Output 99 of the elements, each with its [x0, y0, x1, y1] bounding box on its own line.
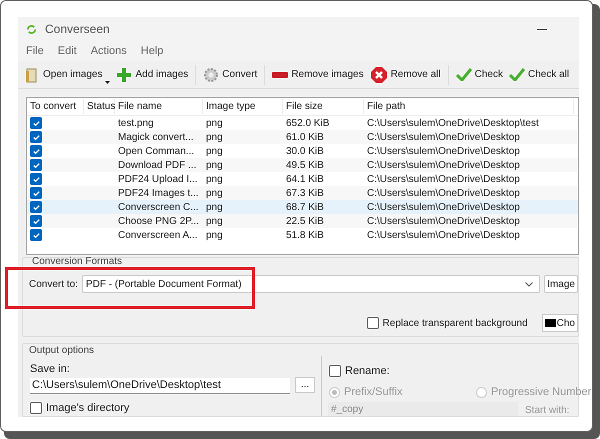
table-cell: 30.0 KiB: [286, 144, 324, 158]
table-cell: Choose PNG 2P...: [118, 214, 199, 228]
table-cell: Magick convert...: [118, 130, 194, 144]
group-title: Conversion Formats: [31, 255, 124, 269]
table-cell: Open Comman...: [118, 144, 194, 158]
toolbar-button[interactable]: Remove images: [270, 62, 366, 86]
table-cell: Converscreen C...: [118, 200, 199, 214]
field-label: Start with:: [525, 404, 570, 418]
caret-icon: [105, 80, 110, 84]
toolbar-button[interactable]: Check: [454, 62, 505, 86]
field-label: Save in:: [30, 362, 70, 377]
format-dropdown[interactable]: PDF - (Portable Document Format): [82, 275, 540, 293]
table-cell: PDF24 Upload I...: [118, 172, 198, 186]
checkbox[interactable]: [30, 131, 42, 143]
checkbox[interactable]: [30, 229, 42, 241]
table-cell: 49.5 KiB: [286, 158, 324, 172]
table-row[interactable]: Choose PNG 2P... png 22.5 KiB C:\Users\sulem\OneDrive\Desktop: [27, 214, 578, 228]
table-cell: C:\Users\sulem\OneDrive\Desktop: [367, 172, 520, 186]
table-cell: Download PDF ...: [118, 158, 196, 172]
menu-item[interactable]: File: [26, 42, 44, 60]
menu-item[interactable]: Edit: [58, 42, 77, 60]
close-icon: [370, 66, 388, 84]
checkbox[interactable]: [30, 159, 42, 171]
table-cell: 67.3 KiB: [286, 186, 324, 200]
checkmark-icon: [508, 68, 525, 81]
table-row[interactable]: Converscreen C... png 68.7 KiB C:\Users\sulem\OneDrive\Desktop: [27, 200, 578, 214]
radio-label: Prefix/Suffix: [344, 385, 402, 400]
checkbox[interactable]: [30, 215, 42, 227]
table-cell: 64.1 KiB: [286, 172, 324, 186]
column-header[interactable]: Image type: [203, 99, 283, 114]
path-field[interactable]: C:\Users\sulem\OneDrive\Desktop\test: [30, 378, 290, 394]
table-cell: test.png: [118, 116, 154, 130]
table-row[interactable]: Download PDF ... png 49.5 KiB C:\Users\sulem\OneDrive\Desktop: [27, 158, 578, 172]
gear-icon: [203, 66, 220, 82]
field-label: Convert to:: [29, 278, 78, 292]
column-header[interactable]: Status: [84, 99, 115, 114]
table-cell: C:\Users\sulem\OneDrive\Desktop: [367, 158, 520, 172]
table-cell: C:\Users\sulem\OneDrive\Desktop: [367, 228, 520, 242]
table-cell: 22.5 KiB: [286, 214, 324, 228]
table-cell: C:\Users\sulem\OneDrive\Desktop: [367, 186, 520, 200]
radio-button[interactable]: [476, 386, 487, 398]
table-cell: C:\Users\sulem\OneDrive\Desktop\test: [367, 116, 539, 130]
toolbar-button[interactable]: Check all: [506, 62, 572, 86]
column-header[interactable]: File path: [364, 99, 574, 114]
table-cell: 51.8 KiB: [286, 228, 324, 242]
checkbox[interactable]: [30, 187, 42, 199]
checkbox-label: Image's directory: [46, 401, 130, 416]
browse-button[interactable]: ...: [295, 377, 315, 393]
table-cell: png: [206, 158, 223, 172]
toolbar-button[interactable]: Remove all: [368, 62, 443, 86]
checkbox[interactable]: [30, 145, 42, 157]
checkbox[interactable]: [30, 117, 42, 129]
plus-icon: [116, 66, 132, 82]
column-header[interactable]: To convert: [27, 99, 84, 114]
table-cell: C:\Users\sulem\OneDrive\Desktop: [367, 144, 520, 158]
checkbox[interactable]: [30, 173, 42, 185]
image-button[interactable]: Image: [544, 275, 578, 293]
table-cell: 652.0 KiB: [286, 116, 330, 130]
column-header[interactable]: File size: [283, 99, 364, 114]
group-title: Output options: [29, 344, 94, 358]
checkbox-label: Rename:: [345, 364, 390, 379]
color-swatch: [544, 319, 556, 327]
checkbox[interactable]: [329, 365, 341, 378]
table-cell: png: [206, 144, 223, 158]
table-cell: png: [206, 130, 223, 144]
table-cell: png: [206, 228, 223, 242]
table-cell: png: [206, 200, 223, 214]
table-cell: PDF24 Images t...: [118, 186, 199, 200]
app-logo-icon: [26, 24, 37, 34]
table-cell: Converscreen A...: [118, 228, 198, 242]
table-cell: png: [206, 172, 223, 186]
checkbox[interactable]: [30, 402, 42, 414]
menu-item[interactable]: Help: [140, 42, 164, 60]
table-cell: png: [206, 214, 223, 228]
checkmark-icon: [456, 68, 472, 81]
table-cell: C:\Users\sulem\OneDrive\Desktop: [367, 200, 520, 214]
window-title: Converseen: [45, 21, 110, 38]
table-cell: C:\Users\sulem\OneDrive\Desktop: [367, 214, 520, 228]
radio-label: Progressive Number: [491, 385, 592, 400]
column-header[interactable]: File name: [115, 99, 203, 114]
checkbox-label: Replace transparent background: [382, 316, 528, 330]
checkbox[interactable]: [30, 201, 42, 213]
table-cell: png: [206, 186, 223, 200]
minimize-icon[interactable]: [537, 28, 547, 30]
radio-button[interactable]: [329, 386, 340, 398]
table-cell: 68.7 KiB: [286, 200, 324, 214]
table-row[interactable]: PDF24 Images t... png 67.3 KiB C:\Users\sulem\OneDrive\Desktop: [27, 186, 578, 200]
toolbar-button[interactable]: Add images: [114, 62, 190, 86]
table-row[interactable]: Magick convert... png 61.0 KiB C:\Users\sulem\OneDrive\Desktop: [27, 130, 578, 144]
minus-icon: [272, 72, 288, 78]
menu-item[interactable]: Actions: [90, 42, 127, 60]
color-button[interactable]: Cho: [542, 314, 578, 332]
checkbox[interactable]: [366, 317, 379, 329]
toolbar-button[interactable]: Open images: [22, 62, 112, 86]
table-cell: C:\Users\sulem\OneDrive\Desktop: [367, 130, 520, 144]
chevron-down-icon: [525, 282, 534, 286]
table-cell: 61.0 KiB: [286, 130, 324, 144]
toolbar-button[interactable]: Convert: [201, 62, 260, 86]
table-cell: png: [206, 116, 223, 130]
